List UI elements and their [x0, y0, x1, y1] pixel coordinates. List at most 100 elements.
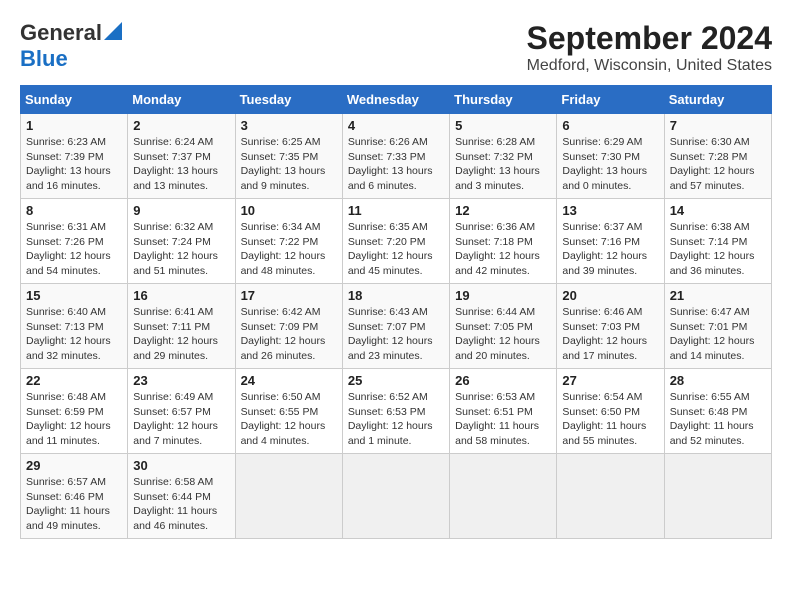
day-number: 7: [670, 118, 766, 133]
day-number: 9: [133, 203, 229, 218]
day-number: 19: [455, 288, 551, 303]
table-row: 19 Sunrise: 6:44 AM Sunset: 7:05 PM Dayl…: [450, 284, 557, 369]
title-block: September 2024 Medford, Wisconsin, Unite…: [527, 20, 772, 75]
day-detail: Sunrise: 6:54 AM Sunset: 6:50 PM Dayligh…: [562, 390, 658, 449]
day-number: 24: [241, 373, 337, 388]
table-row: 29 Sunrise: 6:57 AM Sunset: 6:46 PM Dayl…: [21, 454, 128, 539]
table-row: 11 Sunrise: 6:35 AM Sunset: 7:20 PM Dayl…: [342, 199, 449, 284]
day-detail: Sunrise: 6:46 AM Sunset: 7:03 PM Dayligh…: [562, 305, 658, 364]
day-detail: Sunrise: 6:50 AM Sunset: 6:55 PM Dayligh…: [241, 390, 337, 449]
day-number: 14: [670, 203, 766, 218]
day-number: 3: [241, 118, 337, 133]
col-friday: Friday: [557, 86, 664, 114]
table-row: 7 Sunrise: 6:30 AM Sunset: 7:28 PM Dayli…: [664, 114, 771, 199]
day-number: 13: [562, 203, 658, 218]
day-number: 11: [348, 203, 444, 218]
table-row: 18 Sunrise: 6:43 AM Sunset: 7:07 PM Dayl…: [342, 284, 449, 369]
day-number: 15: [26, 288, 122, 303]
day-number: 4: [348, 118, 444, 133]
logo-text-general: General: [20, 20, 102, 46]
table-row: 27 Sunrise: 6:54 AM Sunset: 6:50 PM Dayl…: [557, 369, 664, 454]
day-detail: Sunrise: 6:52 AM Sunset: 6:53 PM Dayligh…: [348, 390, 444, 449]
day-detail: Sunrise: 6:40 AM Sunset: 7:13 PM Dayligh…: [26, 305, 122, 364]
table-row: 12 Sunrise: 6:36 AM Sunset: 7:18 PM Dayl…: [450, 199, 557, 284]
table-row: 30 Sunrise: 6:58 AM Sunset: 6:44 PM Dayl…: [128, 454, 235, 539]
table-row: 26 Sunrise: 6:53 AM Sunset: 6:51 PM Dayl…: [450, 369, 557, 454]
table-row: 2 Sunrise: 6:24 AM Sunset: 7:37 PM Dayli…: [128, 114, 235, 199]
table-row: 6 Sunrise: 6:29 AM Sunset: 7:30 PM Dayli…: [557, 114, 664, 199]
table-row: 25 Sunrise: 6:52 AM Sunset: 6:53 PM Dayl…: [342, 369, 449, 454]
day-detail: Sunrise: 6:55 AM Sunset: 6:48 PM Dayligh…: [670, 390, 766, 449]
day-number: 23: [133, 373, 229, 388]
day-detail: Sunrise: 6:29 AM Sunset: 7:30 PM Dayligh…: [562, 135, 658, 194]
day-number: 22: [26, 373, 122, 388]
day-detail: Sunrise: 6:42 AM Sunset: 7:09 PM Dayligh…: [241, 305, 337, 364]
day-detail: Sunrise: 6:36 AM Sunset: 7:18 PM Dayligh…: [455, 220, 551, 279]
table-row: 21 Sunrise: 6:47 AM Sunset: 7:01 PM Dayl…: [664, 284, 771, 369]
col-thursday: Thursday: [450, 86, 557, 114]
day-number: 18: [348, 288, 444, 303]
table-row: [235, 454, 342, 539]
table-row: 9 Sunrise: 6:32 AM Sunset: 7:24 PM Dayli…: [128, 199, 235, 284]
table-row: [342, 454, 449, 539]
day-number: 27: [562, 373, 658, 388]
day-detail: Sunrise: 6:32 AM Sunset: 7:24 PM Dayligh…: [133, 220, 229, 279]
table-row: 13 Sunrise: 6:37 AM Sunset: 7:16 PM Dayl…: [557, 199, 664, 284]
day-number: 12: [455, 203, 551, 218]
table-row: [557, 454, 664, 539]
day-detail: Sunrise: 6:26 AM Sunset: 7:33 PM Dayligh…: [348, 135, 444, 194]
logo: General Blue: [20, 20, 122, 72]
day-detail: Sunrise: 6:35 AM Sunset: 7:20 PM Dayligh…: [348, 220, 444, 279]
table-row: 15 Sunrise: 6:40 AM Sunset: 7:13 PM Dayl…: [21, 284, 128, 369]
day-detail: Sunrise: 6:47 AM Sunset: 7:01 PM Dayligh…: [670, 305, 766, 364]
week-row-4: 22 Sunrise: 6:48 AM Sunset: 6:59 PM Dayl…: [21, 369, 772, 454]
table-row: 22 Sunrise: 6:48 AM Sunset: 6:59 PM Dayl…: [21, 369, 128, 454]
day-number: 17: [241, 288, 337, 303]
day-number: 5: [455, 118, 551, 133]
day-detail: Sunrise: 6:23 AM Sunset: 7:39 PM Dayligh…: [26, 135, 122, 194]
table-row: 23 Sunrise: 6:49 AM Sunset: 6:57 PM Dayl…: [128, 369, 235, 454]
table-row: 5 Sunrise: 6:28 AM Sunset: 7:32 PM Dayli…: [450, 114, 557, 199]
col-wednesday: Wednesday: [342, 86, 449, 114]
day-detail: Sunrise: 6:30 AM Sunset: 7:28 PM Dayligh…: [670, 135, 766, 194]
calendar-table: Sunday Monday Tuesday Wednesday Thursday…: [20, 85, 772, 539]
table-row: 3 Sunrise: 6:25 AM Sunset: 7:35 PM Dayli…: [235, 114, 342, 199]
day-detail: Sunrise: 6:48 AM Sunset: 6:59 PM Dayligh…: [26, 390, 122, 449]
day-number: 10: [241, 203, 337, 218]
day-detail: Sunrise: 6:58 AM Sunset: 6:44 PM Dayligh…: [133, 475, 229, 534]
day-number: 30: [133, 458, 229, 473]
table-row: 4 Sunrise: 6:26 AM Sunset: 7:33 PM Dayli…: [342, 114, 449, 199]
week-row-2: 8 Sunrise: 6:31 AM Sunset: 7:26 PM Dayli…: [21, 199, 772, 284]
page-header: General Blue September 2024 Medford, Wis…: [20, 20, 772, 75]
col-tuesday: Tuesday: [235, 86, 342, 114]
day-number: 29: [26, 458, 122, 473]
day-number: 16: [133, 288, 229, 303]
day-number: 21: [670, 288, 766, 303]
table-row: 10 Sunrise: 6:34 AM Sunset: 7:22 PM Dayl…: [235, 199, 342, 284]
day-detail: Sunrise: 6:53 AM Sunset: 6:51 PM Dayligh…: [455, 390, 551, 449]
week-row-1: 1 Sunrise: 6:23 AM Sunset: 7:39 PM Dayli…: [21, 114, 772, 199]
day-detail: Sunrise: 6:24 AM Sunset: 7:37 PM Dayligh…: [133, 135, 229, 194]
col-monday: Monday: [128, 86, 235, 114]
day-number: 1: [26, 118, 122, 133]
day-number: 6: [562, 118, 658, 133]
day-detail: Sunrise: 6:25 AM Sunset: 7:35 PM Dayligh…: [241, 135, 337, 194]
day-detail: Sunrise: 6:38 AM Sunset: 7:14 PM Dayligh…: [670, 220, 766, 279]
col-sunday: Sunday: [21, 86, 128, 114]
table-row: 8 Sunrise: 6:31 AM Sunset: 7:26 PM Dayli…: [21, 199, 128, 284]
day-detail: Sunrise: 6:43 AM Sunset: 7:07 PM Dayligh…: [348, 305, 444, 364]
day-number: 2: [133, 118, 229, 133]
day-detail: Sunrise: 6:41 AM Sunset: 7:11 PM Dayligh…: [133, 305, 229, 364]
day-detail: Sunrise: 6:37 AM Sunset: 7:16 PM Dayligh…: [562, 220, 658, 279]
table-row: 1 Sunrise: 6:23 AM Sunset: 7:39 PM Dayli…: [21, 114, 128, 199]
table-row: [664, 454, 771, 539]
page-subtitle: Medford, Wisconsin, United States: [527, 57, 772, 75]
day-detail: Sunrise: 6:34 AM Sunset: 7:22 PM Dayligh…: [241, 220, 337, 279]
day-detail: Sunrise: 6:57 AM Sunset: 6:46 PM Dayligh…: [26, 475, 122, 534]
table-row: [450, 454, 557, 539]
logo-arrow-icon: [104, 22, 122, 45]
day-detail: Sunrise: 6:49 AM Sunset: 6:57 PM Dayligh…: [133, 390, 229, 449]
calendar-header-row: Sunday Monday Tuesday Wednesday Thursday…: [21, 86, 772, 114]
day-detail: Sunrise: 6:44 AM Sunset: 7:05 PM Dayligh…: [455, 305, 551, 364]
table-row: 28 Sunrise: 6:55 AM Sunset: 6:48 PM Dayl…: [664, 369, 771, 454]
